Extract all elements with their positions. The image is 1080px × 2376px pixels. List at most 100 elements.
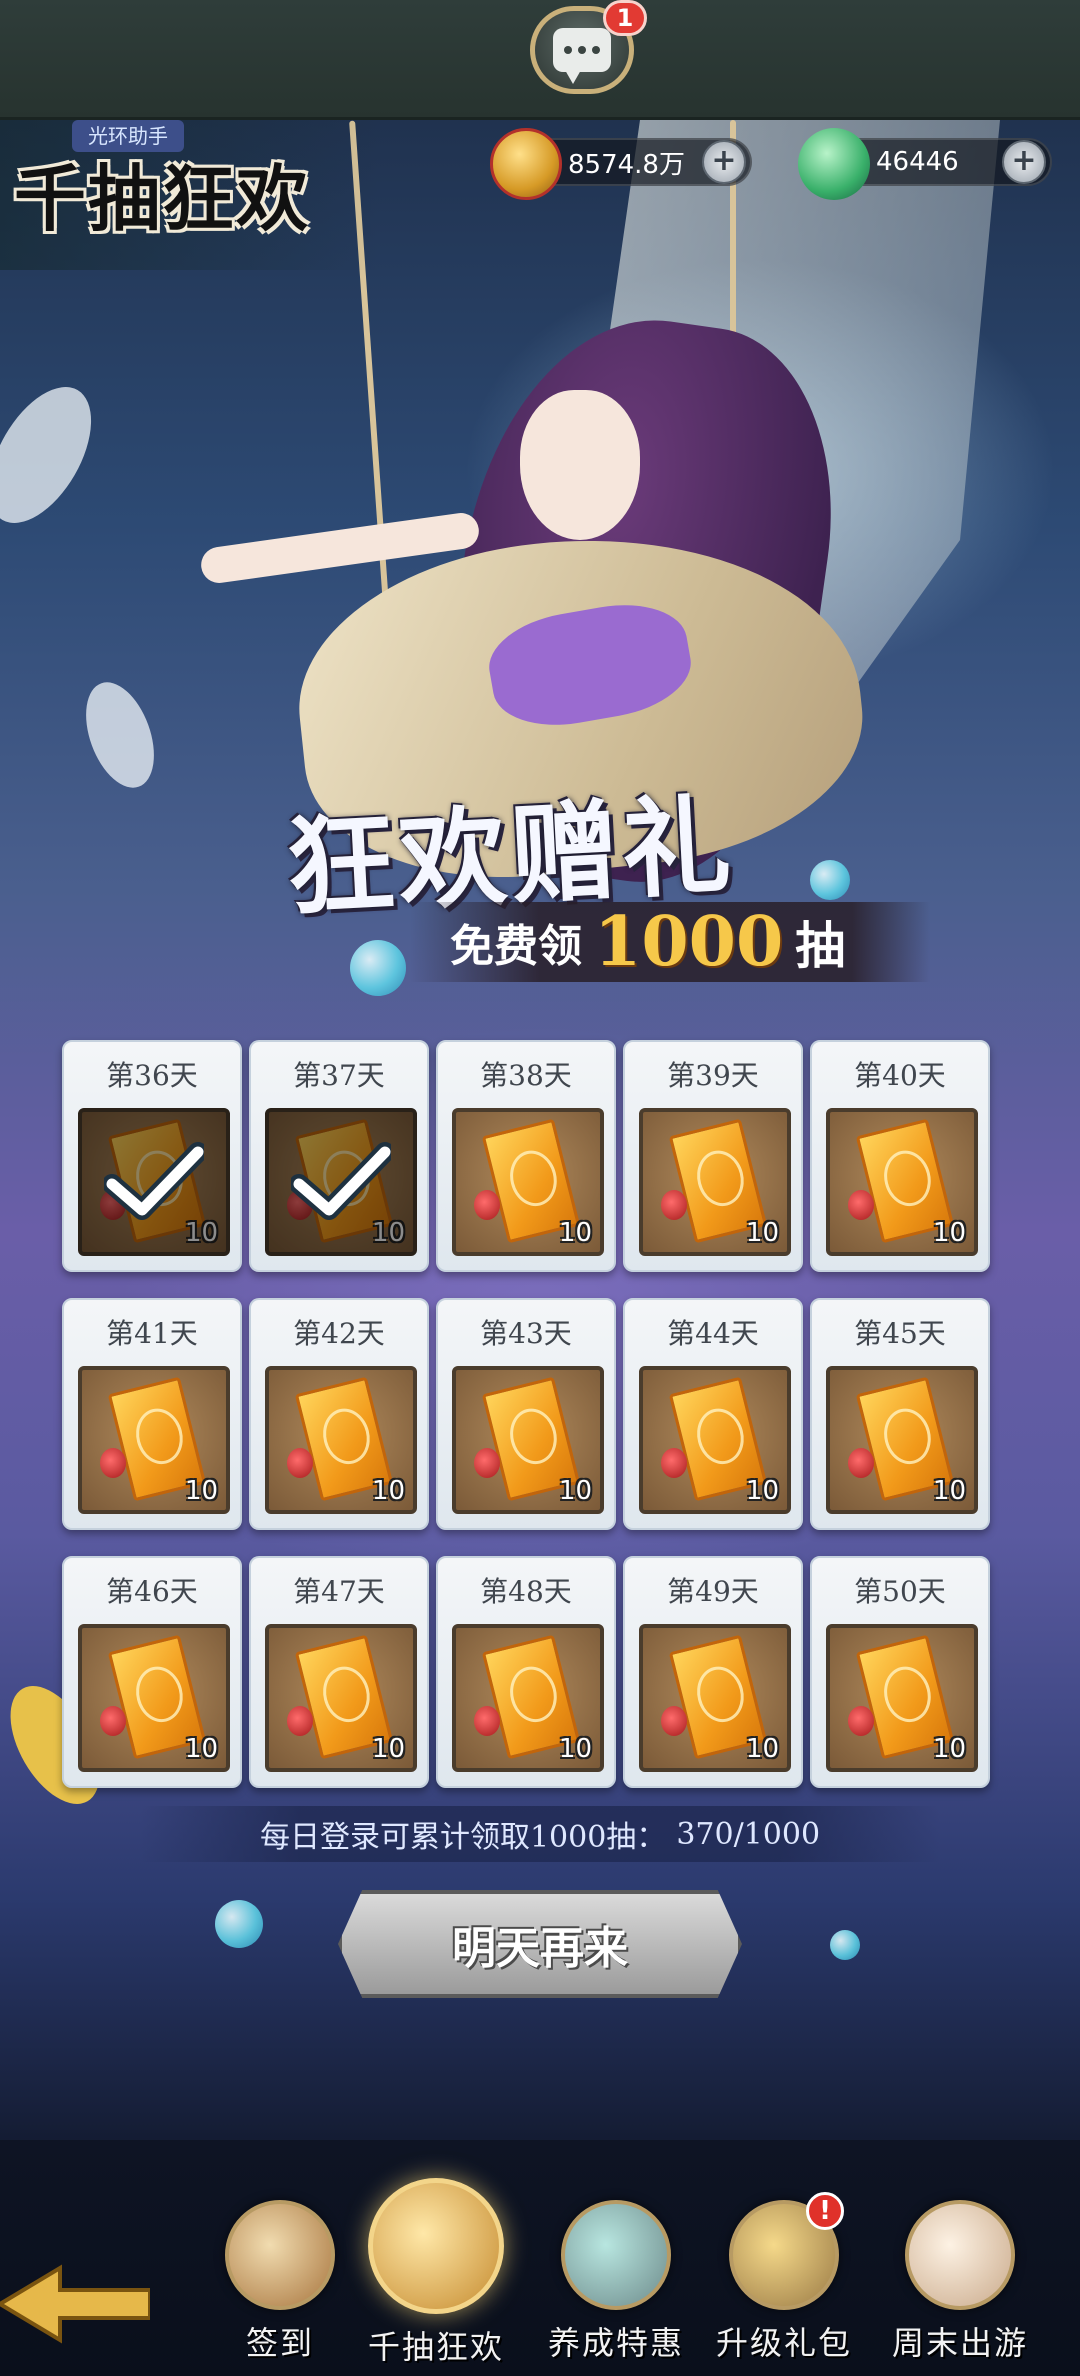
reward-quantity: 10 — [371, 1476, 405, 1506]
progress-label: 每日登录可累计领取1000抽： — [259, 1820, 667, 1855]
reward-slot: 10 — [826, 1624, 978, 1772]
tassel-icon — [474, 1448, 500, 1478]
day-label: 第37天 — [293, 1059, 385, 1092]
day-label: 第48天 — [480, 1575, 572, 1608]
coin-currency: 8574.8万 + — [490, 128, 752, 200]
reward-slot: 10 — [78, 1366, 230, 1514]
add-jade-button[interactable]: + — [1002, 140, 1046, 184]
tassel-icon — [848, 1190, 874, 1220]
reward-slot: 10 — [826, 1366, 978, 1514]
chest-icon — [561, 2200, 671, 2310]
day-label: 第42天 — [293, 1317, 385, 1350]
copper-coin-icon — [490, 128, 562, 200]
reward-quantity: 10 — [745, 1218, 779, 1248]
event-title: 千抽狂欢 — [14, 156, 311, 241]
nav-item-3[interactable]: 养成特惠 — [546, 2200, 686, 2376]
claimed-check-icon — [104, 1142, 204, 1220]
koi-fish-decoration — [72, 673, 168, 797]
tassel-icon — [287, 1448, 313, 1478]
come-back-tomorrow-button[interactable]: 明天再来 — [338, 1890, 742, 1998]
day-label: 第50天 — [854, 1575, 946, 1608]
landscape-icon — [905, 2200, 1015, 2310]
day-reward-card[interactable]: 第48天 10 — [436, 1556, 616, 1788]
reward-quantity: 10 — [932, 1734, 966, 1764]
nav-label: 周末出游 — [891, 2324, 1028, 2362]
daily-reward-grid: 第36天 10 第37天 10 第38天 10 第39天 10 第40天 10 第41天 10 第42天… — [62, 1040, 1002, 1788]
tassel-icon — [848, 1448, 874, 1478]
day-reward-card[interactable]: 第46天 10 — [62, 1556, 242, 1788]
reward-slot: 10 — [826, 1108, 978, 1256]
bubble-decoration — [830, 1930, 860, 1960]
nav-label: 养成特惠 — [547, 2324, 684, 2362]
reward-quantity: 10 — [184, 1734, 218, 1764]
jade-currency: 46446 + — [798, 128, 1052, 200]
reward-slot: 10 — [639, 1366, 791, 1514]
day-reward-card[interactable]: 第40天 10 — [810, 1040, 990, 1272]
reward-quantity: 10 — [371, 1218, 405, 1248]
scroll-icon — [225, 2200, 335, 2310]
day-reward-card[interactable]: 第44天 10 — [623, 1298, 803, 1530]
bubble-decoration — [215, 1900, 263, 1948]
tassel-icon — [474, 1190, 500, 1220]
day-label: 第43天 — [480, 1317, 572, 1350]
nav-item-1[interactable]: 签到 — [210, 2200, 350, 2376]
day-reward-card[interactable]: 第45天 10 — [810, 1298, 990, 1530]
day-reward-card[interactable]: 第36天 10 — [62, 1040, 242, 1272]
day-reward-card[interactable]: 第42天 10 — [249, 1298, 429, 1530]
reward-slot: 10 — [639, 1624, 791, 1772]
nav-item-2[interactable]: 千抽狂欢 — [366, 2178, 506, 2376]
nav-label: 签到 — [245, 2324, 314, 2362]
reward-quantity: 10 — [932, 1218, 966, 1248]
day-reward-card[interactable]: 第50天 10 — [810, 1556, 990, 1788]
draw-label: 抽 — [795, 916, 846, 975]
reward-quantity: 10 — [558, 1476, 592, 1506]
reward-quantity: 10 — [371, 1734, 405, 1764]
reward-slot: 10 — [452, 1366, 604, 1514]
chat-badge: 1 — [603, 0, 647, 36]
chat-icon — [553, 28, 611, 84]
day-reward-card[interactable]: 第49天 10 — [623, 1556, 803, 1788]
jade-icon — [798, 128, 870, 200]
reward-slot: 10 — [452, 1624, 604, 1772]
day-reward-card[interactable]: 第43天 10 — [436, 1298, 616, 1530]
day-reward-card[interactable]: 第37天 10 — [249, 1040, 429, 1272]
day-label: 第38天 — [480, 1059, 572, 1092]
reward-quantity: 10 — [745, 1734, 779, 1764]
day-label: 第49天 — [667, 1575, 759, 1608]
progress-text: 每日登录可累计领取1000抽： 370/1000 — [140, 1806, 940, 1862]
day-label: 第44天 — [667, 1317, 759, 1350]
koi-fish-decoration — [0, 370, 113, 540]
tassel-icon — [100, 1706, 126, 1736]
day-reward-card[interactable]: 第39天 10 — [623, 1040, 803, 1272]
progress-count: 370/1000 — [676, 1816, 821, 1852]
bubble-decoration — [350, 940, 406, 996]
reward-quantity: 10 — [745, 1476, 779, 1506]
tassel-icon — [100, 1448, 126, 1478]
treasure-chest-icon — [368, 2178, 504, 2314]
nav-item-4[interactable]: 升级礼包! — [714, 2192, 854, 2376]
tassel-icon — [661, 1706, 687, 1736]
reward-quantity: 10 — [558, 1218, 592, 1248]
day-label: 第36天 — [106, 1059, 198, 1092]
day-label: 第47天 — [293, 1575, 385, 1608]
day-label: 第41天 — [106, 1317, 198, 1350]
reward-slot: 10 — [452, 1108, 604, 1256]
free-label: 免费领 — [450, 921, 582, 972]
day-label: 第46天 — [106, 1575, 198, 1608]
claimed-check-icon — [291, 1142, 391, 1220]
tassel-icon — [287, 1706, 313, 1736]
nav-alert-badge: ! — [806, 2192, 844, 2230]
day-label: 第39天 — [667, 1059, 759, 1092]
tassel-icon — [848, 1706, 874, 1736]
day-reward-card[interactable]: 第47天 10 — [249, 1556, 429, 1788]
free-amount: 1000 — [594, 902, 784, 982]
day-reward-card[interactable]: 第38天 10 — [436, 1040, 616, 1272]
reward-slot: 10 — [78, 1624, 230, 1772]
nav-item-5[interactable]: 周末出游 — [890, 2200, 1030, 2376]
day-label: 第40天 — [854, 1059, 946, 1092]
banner-subtitle: 免费领 1000 抽 — [410, 902, 930, 982]
day-reward-card[interactable]: 第41天 10 — [62, 1298, 242, 1530]
back-arrow-icon[interactable] — [0, 2262, 150, 2346]
add-coin-button[interactable]: + — [702, 140, 746, 184]
reward-slot: 10 — [265, 1624, 417, 1772]
